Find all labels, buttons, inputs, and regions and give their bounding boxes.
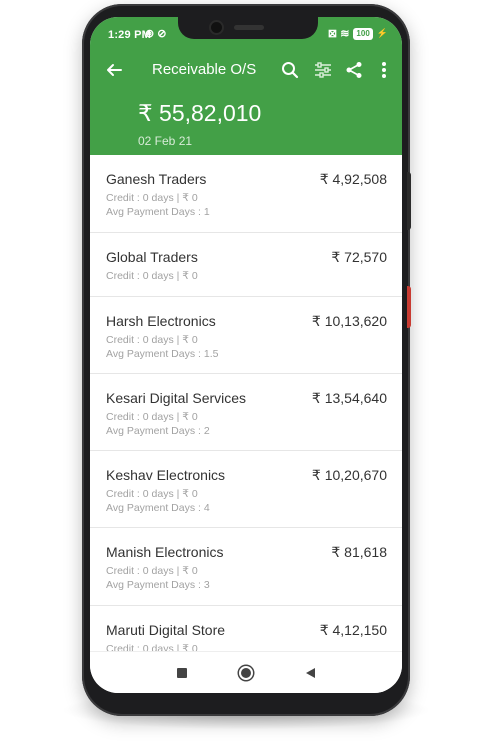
customer-row[interactable]: Global Traders ₹ 72,570 Credit : 0 days … — [90, 233, 402, 297]
customer-name: Ganesh Traders — [106, 171, 207, 187]
customer-credit: Credit : 0 days | ₹ 0 — [106, 643, 198, 651]
customer-credit: Credit : 0 days | ₹ 0 — [106, 334, 198, 346]
customer-amount: ₹ 4,92,508 — [319, 171, 387, 187]
customer-row[interactable]: Keshav Electronics ₹ 10,20,670 Credit : … — [90, 451, 402, 528]
customer-amount: ₹ 13,54,640 — [311, 390, 387, 406]
customer-avg-days: Avg Payment Days : 2 — [106, 425, 210, 437]
customer-name: Global Traders — [106, 249, 198, 265]
customer-row[interactable]: Harsh Electronics ₹ 10,13,620 Credit : 0… — [90, 297, 402, 374]
screen: 1:29 PM ⊚ ⊘ ⊠ ≋ 100 ⚡ Receivable O/S ₹ 5… — [90, 17, 402, 693]
filter-sliders-icon[interactable] — [311, 55, 335, 85]
customer-avg-days: Avg Payment Days : 3 — [106, 579, 210, 591]
customer-name: Harsh Electronics — [106, 313, 216, 329]
system-nav-bar — [90, 651, 402, 693]
customer-row[interactable]: Kesari Digital Services ₹ 13,54,640 Cred… — [90, 374, 402, 451]
customer-credit: Credit : 0 days | ₹ 0 — [106, 565, 198, 577]
status-right-icons: ⊠ ≋ 100 ⚡ — [328, 27, 388, 40]
customer-name: Kesari Digital Services — [106, 390, 247, 406]
app-bar: Receivable O/S — [90, 55, 402, 85]
customer-list: Ganesh Traders ₹ 4,92,508 Credit : 0 day… — [90, 155, 402, 651]
customer-name: Keshav Electronics — [106, 467, 226, 483]
customer-amount: ₹ 81,618 — [331, 544, 387, 560]
more-vert-icon[interactable] — [373, 55, 395, 85]
side-accent-button — [407, 286, 411, 328]
customer-credit: Credit : 0 days | ₹ 0 — [106, 192, 198, 204]
page-title: Receivable O/S — [152, 61, 257, 78]
home-circle-icon[interactable] — [232, 652, 260, 693]
customer-avg-days: Avg Payment Days : 1 — [106, 206, 210, 218]
customer-amount: ₹ 72,570 — [331, 249, 387, 265]
customer-credit: Credit : 0 days | ₹ 0 — [106, 488, 198, 500]
back-arrow-icon[interactable] — [102, 55, 126, 85]
customer-name: Manish Electronics — [106, 544, 224, 560]
customer-avg-days: Avg Payment Days : 1.5 — [106, 348, 219, 360]
customer-amount: ₹ 10,13,620 — [311, 313, 387, 329]
battery-icon: 100 — [353, 27, 373, 40]
status-notification-icons: ⊚ ⊘ — [145, 28, 167, 40]
customer-avg-days: Avg Payment Days : 4 — [106, 502, 210, 514]
customer-row[interactable]: Manish Electronics ₹ 81,618 Credit : 0 d… — [90, 528, 402, 606]
summary-date: 02 Feb 21 — [138, 134, 193, 148]
earpiece-speaker — [234, 25, 264, 30]
customer-credit: Credit : 0 days | ₹ 0 — [106, 270, 198, 282]
front-camera — [211, 22, 222, 33]
customer-amount: ₹ 10,20,670 — [311, 467, 387, 483]
search-icon[interactable] — [278, 55, 302, 85]
customer-row[interactable]: Ganesh Traders ₹ 4,92,508 Credit : 0 day… — [90, 155, 402, 233]
power-button — [407, 172, 411, 230]
customer-amount: ₹ 4,12,150 — [319, 622, 387, 638]
customer-name: Maruti Digital Store — [106, 622, 226, 638]
total-receivable-amount: ₹ 55,82,010 — [138, 100, 262, 126]
recents-square-icon[interactable] — [168, 652, 196, 693]
customer-row[interactable]: Maruti Digital Store ₹ 4,12,150 Credit :… — [90, 606, 402, 651]
back-triangle-icon[interactable] — [296, 652, 324, 693]
camera-notch — [178, 17, 318, 39]
share-icon[interactable] — [342, 55, 366, 85]
charging-icon: ⚡ — [376, 28, 388, 38]
app-header: 1:29 PM ⊚ ⊘ ⊠ ≋ 100 ⚡ Receivable O/S ₹ 5… — [90, 17, 402, 155]
status-sim-wifi-icons: ⊠ ≋ — [327, 28, 350, 40]
customer-credit: Credit : 0 days | ₹ 0 — [106, 411, 198, 423]
